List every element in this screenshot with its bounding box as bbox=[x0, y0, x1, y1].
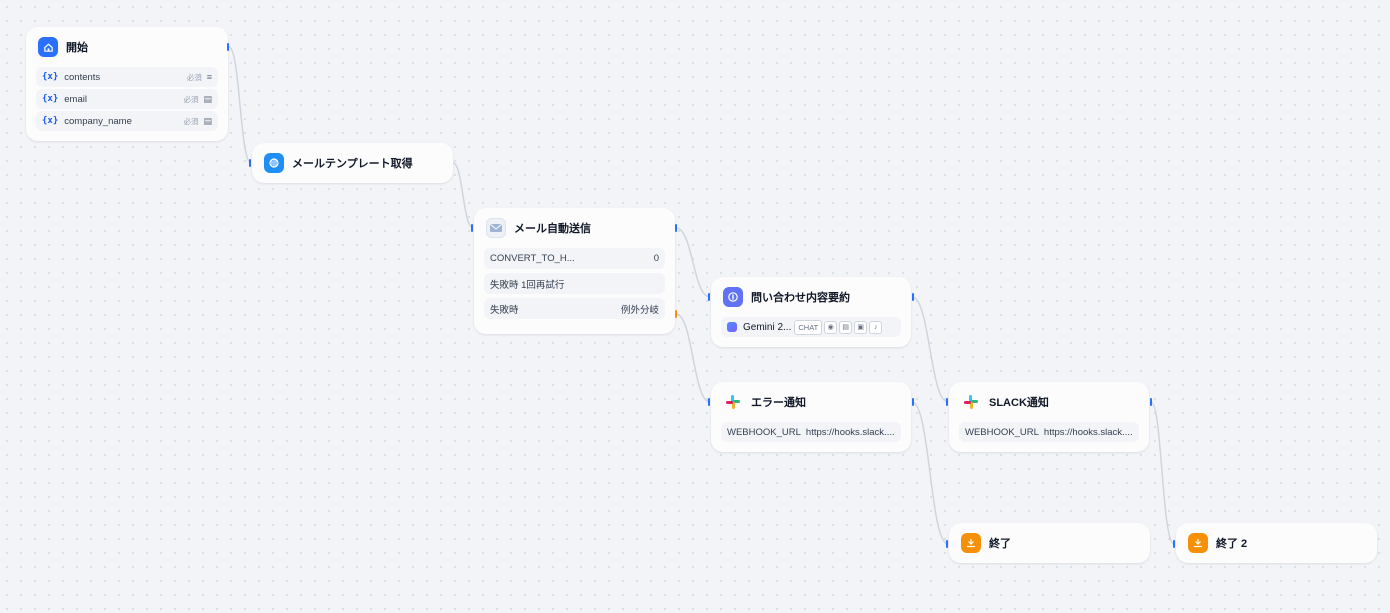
edge-summary-slack bbox=[911, 296, 949, 403]
var-name: contents bbox=[64, 71, 101, 83]
end2-target-handle[interactable] bbox=[1173, 540, 1175, 548]
slack-target-handle[interactable] bbox=[946, 398, 948, 406]
retry-row[interactable]: 失敗時 1回再試行 bbox=[484, 273, 665, 294]
mail-tool-icon bbox=[486, 218, 506, 238]
model-name: Gemini 2... bbox=[743, 321, 792, 333]
required-label: 必須 bbox=[186, 72, 202, 82]
document-icon: ▤ bbox=[839, 320, 853, 334]
webhook-key: WEBHOOK_URL bbox=[965, 426, 1039, 438]
error-source-handle[interactable] bbox=[912, 398, 914, 406]
audio-icon: ♪ bbox=[869, 320, 883, 334]
home-icon bbox=[38, 37, 58, 57]
var-row-contents[interactable]: {x} contents 必須 ≡ bbox=[36, 67, 218, 87]
slack-notify-node[interactable]: SLACK通知 WEBHOOK_URL https://hooks.slack.… bbox=[949, 382, 1149, 452]
param-value: 0 bbox=[653, 253, 659, 264]
slack-icon bbox=[723, 392, 743, 412]
variable-icon: {x} bbox=[42, 116, 59, 126]
summary-target-handle[interactable] bbox=[708, 293, 710, 301]
variable-icon: {x} bbox=[42, 72, 59, 82]
edge-error-end1 bbox=[911, 401, 949, 545]
var-name: email bbox=[64, 93, 87, 105]
variable-icon: {x} bbox=[42, 94, 59, 104]
webhook-value: https://hooks.slack.... bbox=[805, 426, 895, 438]
slack-source-handle[interactable] bbox=[1150, 398, 1152, 406]
node-title: SLACK通知 bbox=[989, 397, 1049, 409]
webhook-value: https://hooks.slack.... bbox=[1043, 426, 1133, 438]
end-icon bbox=[1188, 533, 1208, 553]
edge-template-mail bbox=[452, 162, 474, 229]
node-title: 問い合わせ内容要約 bbox=[751, 292, 850, 304]
node-title: エラー通知 bbox=[751, 397, 806, 409]
knowledge-retrieval-icon bbox=[264, 153, 284, 173]
gemini-icon bbox=[727, 322, 737, 332]
end1-target-handle[interactable] bbox=[946, 540, 948, 548]
model-row[interactable]: Gemini 2... CHAT ◉ ▤ ▣ ♪ bbox=[721, 317, 901, 337]
node-title: メール自動送信 bbox=[514, 223, 591, 235]
mail-node[interactable]: メール自動送信 CONVERT_TO_H... 0 失敗時 1回再試行 失敗時 … bbox=[474, 208, 675, 334]
vision-icon: ◉ bbox=[824, 320, 838, 334]
edge-start-template bbox=[228, 46, 252, 164]
edge-mail-error bbox=[675, 313, 711, 403]
text-input-type-icon: ▤ bbox=[203, 115, 212, 126]
retry-label: 失敗時 1回再試行 bbox=[490, 279, 565, 291]
param-key: CONVERT_TO_H... bbox=[490, 253, 575, 264]
error-notify-node[interactable]: エラー通知 WEBHOOK_URL https://hooks.slack...… bbox=[711, 382, 911, 452]
fail-branch-value: 例外分岐 bbox=[620, 304, 659, 316]
chat-tag: CHAT bbox=[794, 319, 823, 335]
template-node[interactable]: メールテンプレート取得 bbox=[252, 143, 453, 183]
webhook-row[interactable]: WEBHOOK_URL https://hooks.slack.... bbox=[959, 422, 1139, 442]
mail-target-handle[interactable] bbox=[471, 224, 473, 232]
mail-success-handle[interactable] bbox=[675, 224, 677, 232]
var-row-company-name[interactable]: {x} company_name 必須 ▤ bbox=[36, 111, 218, 131]
node-title: 開始 bbox=[66, 42, 88, 54]
error-target-handle[interactable] bbox=[708, 398, 710, 406]
end-node-1[interactable]: 終了 bbox=[949, 523, 1150, 563]
edge-mail-summary bbox=[675, 227, 711, 298]
text-input-type-icon: ▤ bbox=[203, 93, 212, 104]
fail-label: 失敗時 bbox=[490, 304, 519, 316]
node-title: 終了 bbox=[989, 538, 1011, 550]
summary-source-handle[interactable] bbox=[912, 293, 914, 301]
mail-fail-handle[interactable] bbox=[675, 310, 677, 318]
param-row[interactable]: CONVERT_TO_H... 0 bbox=[484, 248, 665, 269]
start-node[interactable]: 開始 {x} contents 必須 ≡ {x} email 必須 ▤ {x} … bbox=[26, 27, 228, 141]
fail-branch-row[interactable]: 失敗時 例外分岐 bbox=[484, 298, 665, 319]
var-name: company_name bbox=[64, 115, 132, 127]
llm-icon bbox=[723, 287, 743, 307]
summary-node[interactable]: 問い合わせ内容要約 Gemini 2... CHAT ◉ ▤ ▣ ♪ bbox=[711, 277, 911, 347]
start-source-handle[interactable] bbox=[227, 43, 229, 51]
webhook-key: WEBHOOK_URL bbox=[727, 426, 801, 438]
paragraph-type-icon: ≡ bbox=[206, 72, 212, 82]
required-label: 必須 bbox=[183, 116, 199, 126]
end-icon bbox=[961, 533, 981, 553]
slack-icon bbox=[961, 392, 981, 412]
node-title: メールテンプレート取得 bbox=[292, 158, 413, 170]
video-icon: ▣ bbox=[854, 320, 868, 334]
required-label: 必須 bbox=[183, 94, 199, 104]
webhook-row[interactable]: WEBHOOK_URL https://hooks.slack.... bbox=[721, 422, 901, 442]
template-target-handle[interactable] bbox=[249, 159, 251, 167]
node-title: 終了 2 bbox=[1216, 538, 1248, 550]
edge-slack-end2 bbox=[1150, 401, 1175, 545]
var-row-email[interactable]: {x} email 必須 ▤ bbox=[36, 89, 218, 109]
end-node-2[interactable]: 終了 2 bbox=[1176, 523, 1377, 563]
